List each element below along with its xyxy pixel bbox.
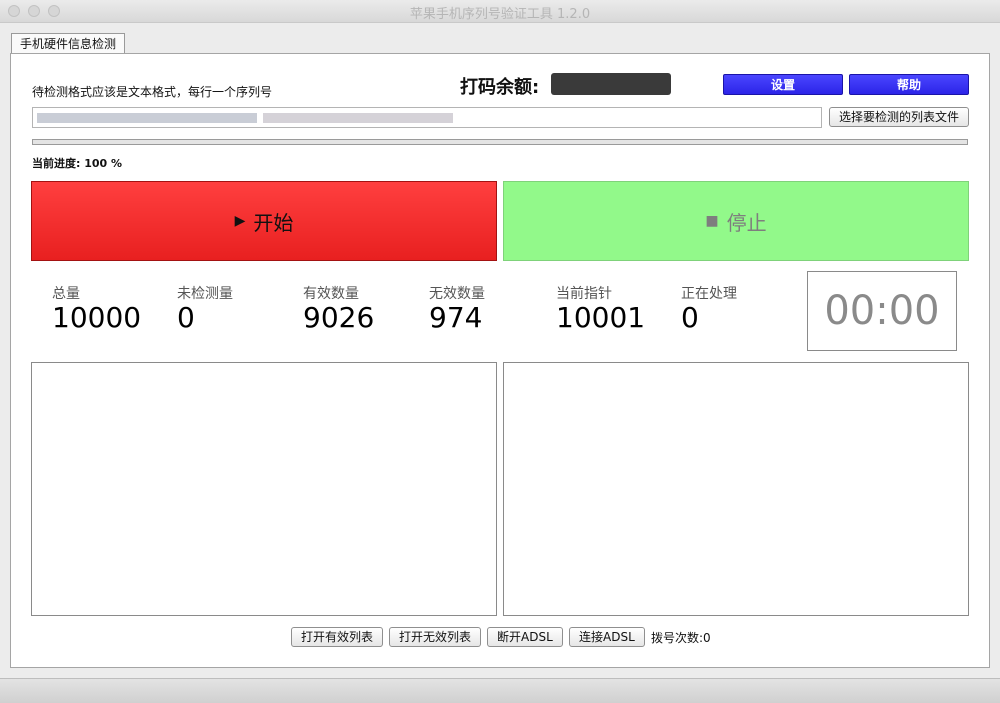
stat-pointer: 当前指针 10001	[556, 286, 645, 334]
stat-label: 当前指针	[556, 286, 612, 302]
stat-label: 总量	[52, 286, 80, 302]
balance-value-redacted	[551, 73, 671, 95]
settings-button[interactable]: 设置	[723, 74, 843, 95]
format-hint: 待检测格式应该是文本格式，每行一个序列号	[32, 85, 273, 99]
stat-total: 总量 10000	[52, 286, 141, 334]
tab-hardware-check[interactable]: 手机硬件信息检测	[11, 33, 126, 54]
stat-processing: 正在处理 0	[681, 286, 737, 334]
progress-fill	[33, 140, 967, 144]
choose-file-button[interactable]: 选择要检测的列表文件	[829, 107, 970, 127]
stat-label: 正在处理	[681, 286, 737, 302]
stat-value: 10000	[52, 301, 142, 334]
path-redacted	[263, 113, 453, 123]
window-titlebar: 苹果手机序列号验证工具 1.2.0	[0, 0, 1000, 23]
stat-value: 10001	[556, 301, 646, 334]
invalid-list-box[interactable]	[503, 362, 969, 616]
stat-valid: 有效数量 9026	[303, 286, 374, 334]
stat-value: 0	[681, 301, 699, 334]
stat-label: 未检测量	[177, 286, 233, 302]
connect-adsl-button[interactable]: 连接ADSL	[569, 627, 645, 647]
stat-value: 974	[429, 301, 483, 334]
dial-count: 拨号次数:0	[651, 631, 711, 645]
file-path-input[interactable]	[32, 107, 822, 128]
stop-button[interactable]: ■ 停止	[503, 181, 969, 261]
stat-value: 9026	[303, 301, 375, 334]
stat-invalid: 无效数量 974	[429, 286, 485, 334]
disconnect-adsl-button[interactable]: 断开ADSL	[487, 627, 563, 647]
progress-text: 当前进度: 100 %	[32, 157, 123, 170]
window-title: 苹果手机序列号验证工具 1.2.0	[409, 7, 591, 22]
stat-label: 有效数量	[303, 286, 359, 302]
stop-label: 停止	[726, 210, 767, 235]
open-valid-list-button[interactable]: 打开有效列表	[291, 627, 384, 647]
valid-list-box[interactable]	[31, 362, 497, 616]
balance-label: 打码余额:	[460, 77, 540, 98]
help-button[interactable]: 帮助	[849, 74, 969, 95]
stat-label: 无效数量	[429, 286, 485, 302]
stop-icon: ■	[705, 213, 719, 229]
progress-bar	[32, 139, 968, 145]
stat-value: 0	[177, 301, 195, 334]
path-redacted	[37, 113, 257, 123]
stat-unchecked: 未检测量 0	[177, 286, 233, 334]
start-label: 开始	[253, 210, 294, 235]
open-invalid-list-button[interactable]: 打开无效列表	[389, 627, 482, 647]
status-bar	[0, 678, 1000, 703]
elapsed-timer: 00:00	[807, 271, 957, 351]
start-button[interactable]: ▶ 开始	[31, 181, 497, 261]
play-icon: ▶	[234, 213, 246, 229]
